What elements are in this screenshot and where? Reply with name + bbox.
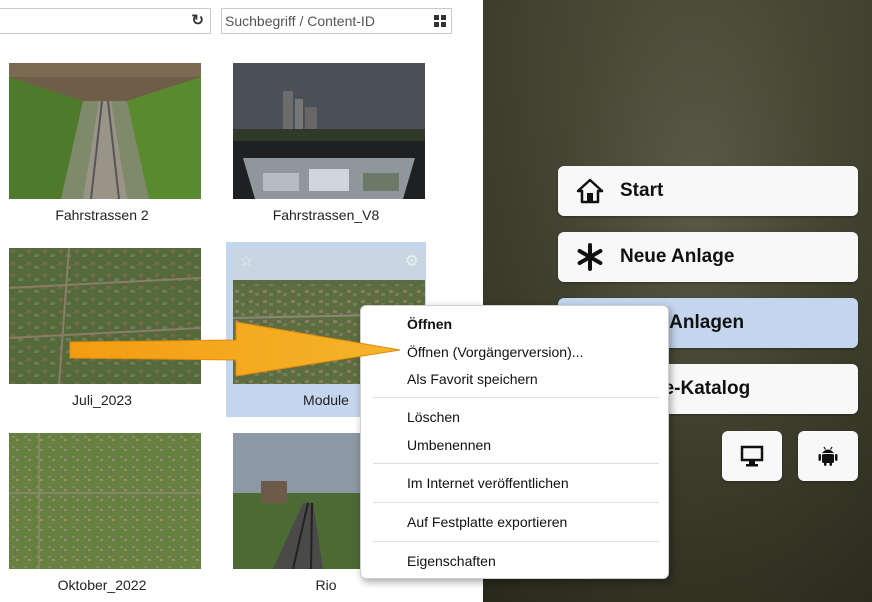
new-layout-button[interactable]: Neue Anlage [558,232,858,282]
layout-tile[interactable]: Oktober_2022 [2,427,202,602]
gear-icon[interactable]: ⚙ [405,254,419,270]
desktop-button[interactable] [722,431,782,481]
menu-separator [373,397,659,398]
menu-separator [373,502,659,503]
menu-properties[interactable]: Eigenschaften [407,553,496,569]
menu-export-disk[interactable]: Auf Festplatte exportieren [407,514,567,530]
tile-label: Fahrstrassen_V8 [272,207,380,223]
menu-open-previous-version[interactable]: Öffnen (Vorgängerversion)... [407,344,583,360]
menu-delete[interactable]: Löschen [407,409,460,425]
context-menu: Öffnen Öffnen (Vorgängerversion)... Als … [360,305,669,579]
tile-label: Juli_2023 [72,392,132,408]
start-button[interactable]: Start [558,166,858,216]
menu-separator [373,541,659,542]
home-icon [576,178,604,204]
layout-thumbnail [9,433,201,569]
layout-tile[interactable]: Fahrstrassen 2 [2,57,202,232]
menu-rename[interactable]: Umbenennen [407,437,491,453]
tile-label: Fahrstrassen 2 [55,207,149,223]
tile-label: Rio [315,577,337,593]
android-button[interactable] [798,431,858,481]
layout-thumbnail [233,63,425,199]
search-input[interactable] [225,12,415,30]
layout-tile[interactable]: Fahrstrassen_V8 [226,57,426,232]
asterisk-icon [577,243,603,271]
start-label: Start [620,180,664,201]
pointer-arrow-annotation [69,321,401,377]
android-icon [818,446,838,466]
search-field[interactable] [221,8,452,34]
desktop-icon [740,445,764,467]
menu-separator [373,463,659,464]
grid-view-icon[interactable] [434,15,446,27]
filter-field[interactable]: ↻ [0,8,211,34]
new-layout-label: Neue Anlage [620,246,735,267]
tile-label: Oktober_2022 [57,577,147,593]
menu-save-favorite[interactable]: Als Favorit speichern [407,371,538,387]
menu-publish-online[interactable]: Im Internet veröffentlichen [407,475,569,491]
star-icon[interactable]: ☆ [239,254,253,270]
menu-open[interactable]: Öffnen [407,316,452,332]
layout-thumbnail [9,63,201,199]
refresh-icon[interactable]: ↻ [191,13,204,29]
